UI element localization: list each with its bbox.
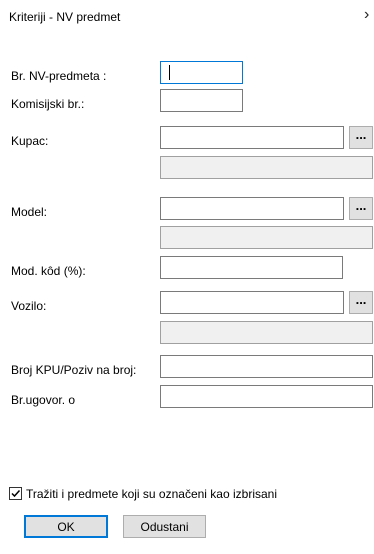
ok-button[interactable]: OK [24, 515, 108, 538]
kupac-input[interactable] [160, 126, 344, 149]
mod-kod-label: Mod. kôd (%): [11, 264, 86, 278]
model-label: Model: [11, 205, 48, 219]
kupac-browse-button[interactable]: ... [349, 126, 373, 149]
br-ugovora-input[interactable] [160, 385, 373, 408]
broj-kpu-input[interactable] [160, 355, 373, 378]
broj-kpu-label: Broj KPU/Poziv na broj: [11, 363, 137, 377]
model-name-display [160, 226, 373, 249]
komisijski-br-label: Komisijski br.: [11, 97, 85, 111]
vozilo-label: Vozilo: [11, 299, 47, 313]
dialog-title: Kriteriji - NV predmet [9, 10, 121, 24]
model-browse-button[interactable]: ... [349, 197, 373, 220]
mod-kod-input[interactable] [160, 256, 343, 279]
kupac-name-display [160, 156, 373, 179]
vozilo-input[interactable] [160, 291, 344, 314]
vozilo-name-display [160, 321, 373, 344]
br-ugovora-label: Br.ugovor. o [11, 393, 76, 407]
vozilo-browse-button[interactable]: ... [349, 291, 373, 314]
komisijski-br-input[interactable] [160, 89, 243, 112]
dialog-titlebar: Kriteriji - NV predmet › [0, 0, 374, 34]
include-deleted-label: Tražiti i predmete koji su označeni kao … [26, 487, 277, 501]
include-deleted-checkbox[interactable] [9, 487, 22, 500]
kupac-label: Kupac: [11, 134, 49, 148]
checkmark-icon [11, 489, 21, 498]
text-caret [169, 65, 170, 80]
model-input[interactable] [160, 197, 344, 220]
br-nv-predmeta-input[interactable] [160, 61, 243, 84]
br-nv-predmeta-label: Br. NV-predmeta : [11, 69, 107, 83]
close-icon[interactable]: › [364, 7, 369, 23]
cancel-button[interactable]: Odustani [123, 515, 206, 538]
